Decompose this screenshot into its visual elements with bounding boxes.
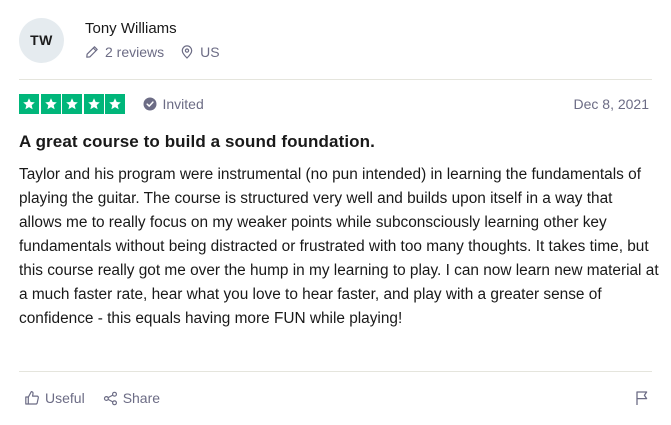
review-date: Dec 8, 2021 [573, 96, 650, 112]
check-circle-icon [143, 97, 156, 111]
divider-top [19, 79, 652, 80]
share-button[interactable]: Share [103, 390, 160, 406]
avatar[interactable]: TW [19, 17, 64, 63]
star-rating [19, 94, 127, 114]
review-text: Taylor and his program were instrumental… [19, 166, 659, 327]
avatar-initials: TW [30, 32, 53, 48]
divider-bottom [19, 371, 652, 372]
share-icon [103, 391, 117, 405]
review-actions: Useful Share [24, 388, 649, 408]
useful-label: Useful [45, 390, 85, 406]
country-label: US [200, 44, 220, 60]
reviewer-info: Tony Williams 2 reviews US [85, 20, 220, 60]
reviewer-location: US [180, 44, 220, 60]
star-icon [40, 94, 61, 114]
location-pin-icon [181, 45, 193, 59]
verification-text: Invited [162, 96, 204, 112]
review-count: 2 reviews [85, 44, 164, 60]
reviewer-meta: 2 reviews US [85, 44, 220, 60]
review-count-label: 2 reviews [105, 44, 165, 60]
rating-row: Invited Dec 8, 2021 [19, 94, 649, 114]
review-title: A great course to build a sound foundati… [19, 132, 375, 151]
useful-button[interactable]: Useful [24, 390, 85, 406]
reviewer-name[interactable]: Tony Williams [85, 20, 220, 38]
star-icon [105, 94, 125, 114]
pencil-icon [86, 46, 98, 58]
share-label: Share [122, 390, 161, 406]
star-icon [83, 94, 104, 114]
star-icon [62, 94, 82, 114]
flag-icon [636, 391, 648, 405]
verification-label[interactable]: Invited [143, 96, 204, 112]
star-icon [19, 94, 39, 114]
reviewer-header: TW Tony Williams 2 reviews US [19, 16, 220, 64]
thumbs-up-icon [25, 391, 39, 405]
report-button[interactable] [635, 390, 649, 406]
